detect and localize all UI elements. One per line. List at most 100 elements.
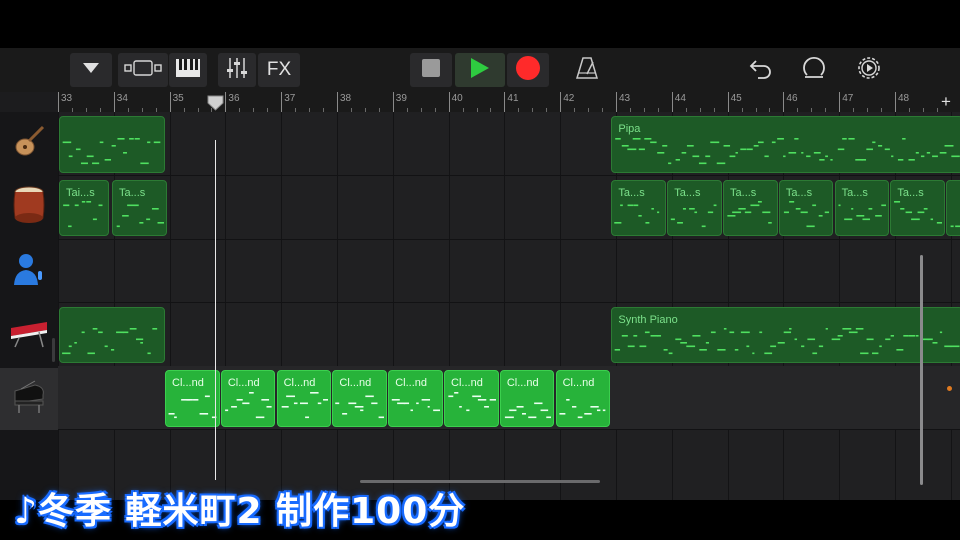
region-taiko[interactable]: Ta...s bbox=[667, 179, 722, 236]
playhead-handle[interactable] bbox=[207, 95, 224, 116]
grand-piano-icon bbox=[11, 379, 47, 420]
ruler-bar-label: 44 bbox=[674, 93, 686, 104]
ruler-bar-tick: 47 bbox=[839, 92, 853, 112]
ruler-bar-tick: 36 bbox=[225, 92, 240, 112]
track-header-synth-piano[interactable] bbox=[0, 304, 58, 366]
region-taiko[interactable]: Ta...s bbox=[834, 179, 890, 236]
tracks-view-icon bbox=[124, 59, 162, 82]
play-button[interactable] bbox=[455, 53, 505, 87]
ruler-bar-tick: 40 bbox=[448, 92, 463, 112]
ruler-bar-label: 46 bbox=[786, 93, 798, 104]
midi-notes bbox=[391, 388, 441, 422]
track-header-vocal[interactable] bbox=[0, 240, 58, 302]
ruler-bar-tick: 35 bbox=[169, 92, 184, 112]
region-grand-piano[interactable]: Cl...nd bbox=[220, 370, 276, 427]
vertical-scrollbar[interactable] bbox=[920, 255, 923, 485]
region-grand-piano[interactable]: Cl...nd bbox=[165, 370, 220, 427]
region-synth-piano[interactable]: Synth Piano bbox=[611, 306, 960, 363]
region-pipa[interactable] bbox=[59, 116, 166, 173]
header-resize-handle[interactable] bbox=[52, 338, 55, 362]
track-lane-vocal[interactable] bbox=[58, 239, 960, 303]
midi-notes bbox=[503, 388, 554, 422]
loop-icon bbox=[801, 55, 827, 86]
ruler-bar-label: 45 bbox=[730, 93, 742, 104]
midi-notes bbox=[62, 134, 162, 168]
midi-notes bbox=[614, 134, 960, 168]
midi-notes bbox=[447, 388, 498, 422]
midi-notes bbox=[782, 197, 831, 231]
undo-button[interactable] bbox=[744, 53, 778, 87]
region-synth-piano[interactable] bbox=[59, 306, 166, 363]
region-grand-piano[interactable]: Cl...nd bbox=[276, 370, 332, 427]
region-taiko[interactable]: Tai...s bbox=[59, 179, 110, 236]
ruler-bar-tick: 37 bbox=[281, 92, 295, 112]
playhead[interactable] bbox=[215, 140, 216, 480]
stop-square-icon bbox=[421, 58, 441, 83]
midi-notes bbox=[614, 197, 663, 231]
taiko-drum-icon bbox=[11, 185, 47, 230]
track-indicator-dot bbox=[947, 386, 952, 391]
mixer-button[interactable] bbox=[218, 53, 256, 87]
record-button[interactable] bbox=[507, 53, 549, 87]
track-header-pipa[interactable] bbox=[0, 112, 58, 174]
midi-notes bbox=[949, 197, 960, 231]
tracks-view-button[interactable] bbox=[118, 53, 168, 87]
midi-notes bbox=[614, 324, 960, 358]
region-grand-piano[interactable]: Cl...nd bbox=[555, 370, 611, 427]
region-taiko[interactable]: Ta...s bbox=[611, 179, 667, 236]
metronome-button[interactable] bbox=[568, 53, 606, 87]
midi-notes bbox=[224, 388, 273, 422]
timeline-ruler[interactable]: 33 34 35 36 37 38 39 40 41 42 43 44 45 46 47 48 bbox=[58, 92, 960, 112]
tracks-area[interactable]: Pipa Tai...s Ta...s Ta...s Ta...s Ta...s Ta...… bbox=[58, 112, 960, 500]
region-pipa[interactable]: Pipa bbox=[611, 116, 960, 173]
region-taiko[interactable]: Ta...s bbox=[723, 179, 778, 236]
ruler-bar-tick: 34 bbox=[113, 92, 128, 112]
midi-notes bbox=[168, 388, 217, 422]
midi-notes bbox=[115, 197, 166, 231]
toolbar: FX bbox=[0, 48, 960, 92]
loop-browser-button[interactable] bbox=[797, 53, 831, 87]
fx-icon: FX bbox=[266, 59, 292, 80]
ruler-bar-label: 40 bbox=[451, 93, 463, 104]
track-header-grand-piano[interactable] bbox=[0, 368, 58, 430]
ruler-bar-tick: 46 bbox=[783, 92, 798, 112]
ruler-bar-label: 48 bbox=[898, 93, 910, 104]
ruler-bar-label: 41 bbox=[507, 93, 519, 104]
midi-notes bbox=[62, 197, 106, 231]
settings-button[interactable] bbox=[852, 53, 886, 87]
midi-notes bbox=[726, 197, 775, 231]
region-taiko[interactable]: Ta...s bbox=[778, 179, 834, 236]
region-grand-piano[interactable]: Cl...nd bbox=[388, 370, 443, 427]
ruler-bar-tick: 42 bbox=[560, 92, 574, 112]
triangle-down-icon bbox=[82, 61, 100, 80]
region-grand-piano[interactable]: Cl...nd bbox=[332, 370, 388, 427]
track-header-taiko[interactable] bbox=[0, 176, 58, 238]
add-section-button[interactable]: + bbox=[938, 92, 954, 112]
play-triangle-icon bbox=[469, 56, 491, 85]
region-taiko[interactable]: Ta...s bbox=[890, 179, 946, 236]
singer-mic-icon bbox=[11, 251, 47, 292]
pipa-icon bbox=[11, 123, 47, 164]
midi-notes bbox=[280, 388, 329, 422]
ruler-bar-tick: 33 bbox=[58, 92, 72, 112]
midi-notes bbox=[335, 388, 386, 422]
stop-button[interactable] bbox=[410, 53, 452, 87]
ruler-bar-label: 38 bbox=[340, 93, 352, 104]
ruler-bar-tick: 45 bbox=[727, 92, 742, 112]
region-grand-piano[interactable]: Cl...nd bbox=[444, 370, 499, 427]
video-caption: ♪冬季 軽米町2 制作100分 bbox=[14, 491, 466, 532]
keyboard-synth-icon bbox=[9, 318, 49, 353]
region-taiko[interactable]: Ta...s bbox=[112, 179, 167, 236]
keyboard-button[interactable] bbox=[169, 53, 207, 87]
record-circle-icon bbox=[515, 55, 541, 86]
region-grand-piano[interactable]: Cl...nd bbox=[499, 370, 555, 427]
ruler-bar-label: 33 bbox=[61, 93, 73, 104]
ruler-bar-tick: 44 bbox=[671, 92, 686, 112]
garageband-app: FX 33 34 35 36 37 38 39 40 41 42 43 44 4… bbox=[0, 48, 960, 500]
fx-button[interactable]: FX bbox=[258, 53, 300, 87]
region-taiko[interactable] bbox=[946, 179, 960, 236]
browser-dropdown-button[interactable] bbox=[70, 53, 112, 87]
midi-notes bbox=[893, 197, 944, 231]
ruler-bar-tick: 43 bbox=[616, 92, 630, 112]
ruler-bar-label: 43 bbox=[619, 93, 631, 104]
